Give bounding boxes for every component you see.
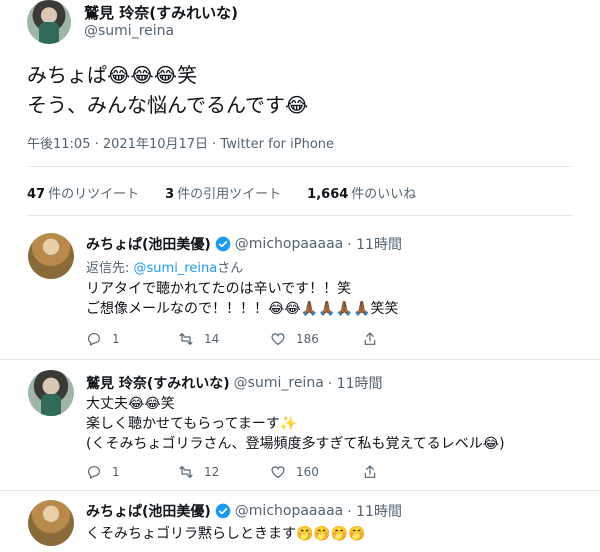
tweet-text: リアタイで聴かれてたのは辛いです！！笑 ご想像メールなので！！！！😂😂🙏🏾🙏🏾🙏… — [86, 279, 398, 319]
action-bar: 1 14 186 — [86, 331, 378, 347]
tweet-time[interactable]: · 11時間 — [347, 501, 402, 521]
author-name[interactable]: 鷲見 玲奈(すみれいな) — [84, 2, 238, 23]
like-stat[interactable]: 1,664 件のいいね — [307, 183, 416, 202]
author-handle[interactable]: @michopaaaaa — [235, 236, 343, 252]
tweet-time[interactable]: · 11時間 — [328, 373, 383, 393]
avatar[interactable] — [27, 0, 71, 44]
reply-header: 鷲見 玲奈(すみれいな) @sumi_reina · 11時間 — [86, 373, 383, 393]
author-handle[interactable]: @sumi_reina — [84, 23, 174, 39]
tweet-text-line: 大丈夫😂😂笑 — [86, 396, 175, 412]
author-handle[interactable]: @sumi_reina — [234, 375, 324, 391]
tweet-text-line: (くそみちょゴリラさん、登場頻度多すぎて私も覚えてるレベル😂) — [86, 436, 505, 452]
share-icon — [364, 465, 376, 478]
divider — [27, 166, 573, 167]
author-name[interactable]: 鷲見 玲奈(すみれいな) — [86, 373, 230, 393]
reply-tweet[interactable]: みちょぱ(池田美優) @michopaaaaa · 11時間 くそみちょゴリラ黙… — [0, 494, 600, 552]
tweet-text-line: そう、みんな悩んでるんです😂 — [27, 93, 309, 117]
reply-tweet[interactable]: 鷲見 玲奈(すみれいな) @sumi_reina · 11時間 大丈夫😂😂笑 楽… — [0, 364, 600, 484]
author-handle[interactable]: @michopaaaaa — [235, 503, 343, 519]
tweet-stats: 47 件のリツイート 3 件の引用ツイート 1,664 件のいいね — [27, 183, 416, 202]
author-name[interactable]: みちょぱ(池田美優) — [86, 501, 211, 521]
divider — [27, 215, 573, 216]
tweet-text-line: くそみちょゴリラ黙らしときます🤭🤭🤭🤭 — [86, 526, 366, 542]
tweet-text-line: ご想像メールなので！！！！😂😂🙏🏾🙏🏾🙏🏾🙏🏾笑笑 — [86, 301, 399, 317]
reply-header: みちょぱ(池田美優) @michopaaaaa · 11時間 — [86, 234, 402, 254]
like-button[interactable]: 160 — [270, 464, 362, 480]
retweet-icon — [179, 333, 193, 345]
reply-tweet[interactable]: みちょぱ(池田美優) @michopaaaaa · 11時間 返信先: @sum… — [0, 227, 600, 357]
reply-to: 返信先: @sumi_reinaさん — [86, 261, 244, 276]
tweet-time[interactable]: · 11時間 — [347, 234, 402, 254]
retweet-stat[interactable]: 47 件のリツイート — [27, 183, 139, 202]
reply-header: みちょぱ(池田美優) @michopaaaaa · 11時間 — [86, 501, 402, 521]
verified-badge-icon — [215, 236, 231, 252]
tweet-text-line: リアタイで聴かれてたのは辛いです！！笑 — [86, 281, 352, 297]
divider — [0, 359, 600, 360]
share-icon — [364, 332, 376, 345]
reply-button[interactable]: 1 — [86, 331, 178, 347]
tweet-meta[interactable]: 午後11:05 · 2021年10月17日 · Twitter for iPho… — [27, 133, 334, 152]
author-name[interactable]: みちょぱ(池田美優) — [86, 234, 211, 254]
retweet-button[interactable]: 14 — [178, 331, 270, 347]
reply-icon — [88, 333, 100, 347]
heart-icon — [271, 466, 285, 479]
share-button[interactable] — [362, 464, 378, 480]
avatar[interactable] — [28, 370, 74, 416]
action-bar: 1 12 160 — [86, 464, 378, 480]
reply-to-link[interactable]: @sumi_reina — [134, 261, 218, 276]
tweet-text: みちょぱ😂😂😂笑 そう、みんな悩んでるんです😂 — [27, 60, 308, 120]
avatar[interactable] — [28, 500, 74, 546]
heart-icon — [271, 333, 285, 346]
tweet-text: 大丈夫😂😂笑 楽しく聴かせてもらってまーす✨ (くそみちょゴリラさん、登場頻度多… — [86, 394, 505, 454]
quote-stat[interactable]: 3 件の引用ツイート — [165, 183, 281, 202]
divider — [0, 490, 600, 491]
tweet-text-line: みちょぱ😂😂😂笑 — [27, 63, 198, 87]
reply-icon — [88, 466, 100, 480]
tweet-text-line: 楽しく聴かせてもらってまーす✨ — [86, 416, 298, 432]
retweet-button[interactable]: 12 — [178, 464, 270, 480]
verified-badge-icon — [215, 503, 231, 519]
share-button[interactable] — [362, 331, 378, 347]
avatar[interactable] — [28, 233, 74, 279]
retweet-icon — [179, 466, 193, 478]
reply-button[interactable]: 1 — [86, 464, 178, 480]
tweet-text: くそみちょゴリラ黙らしときます🤭🤭🤭🤭 — [86, 524, 366, 544]
like-button[interactable]: 186 — [270, 331, 362, 347]
